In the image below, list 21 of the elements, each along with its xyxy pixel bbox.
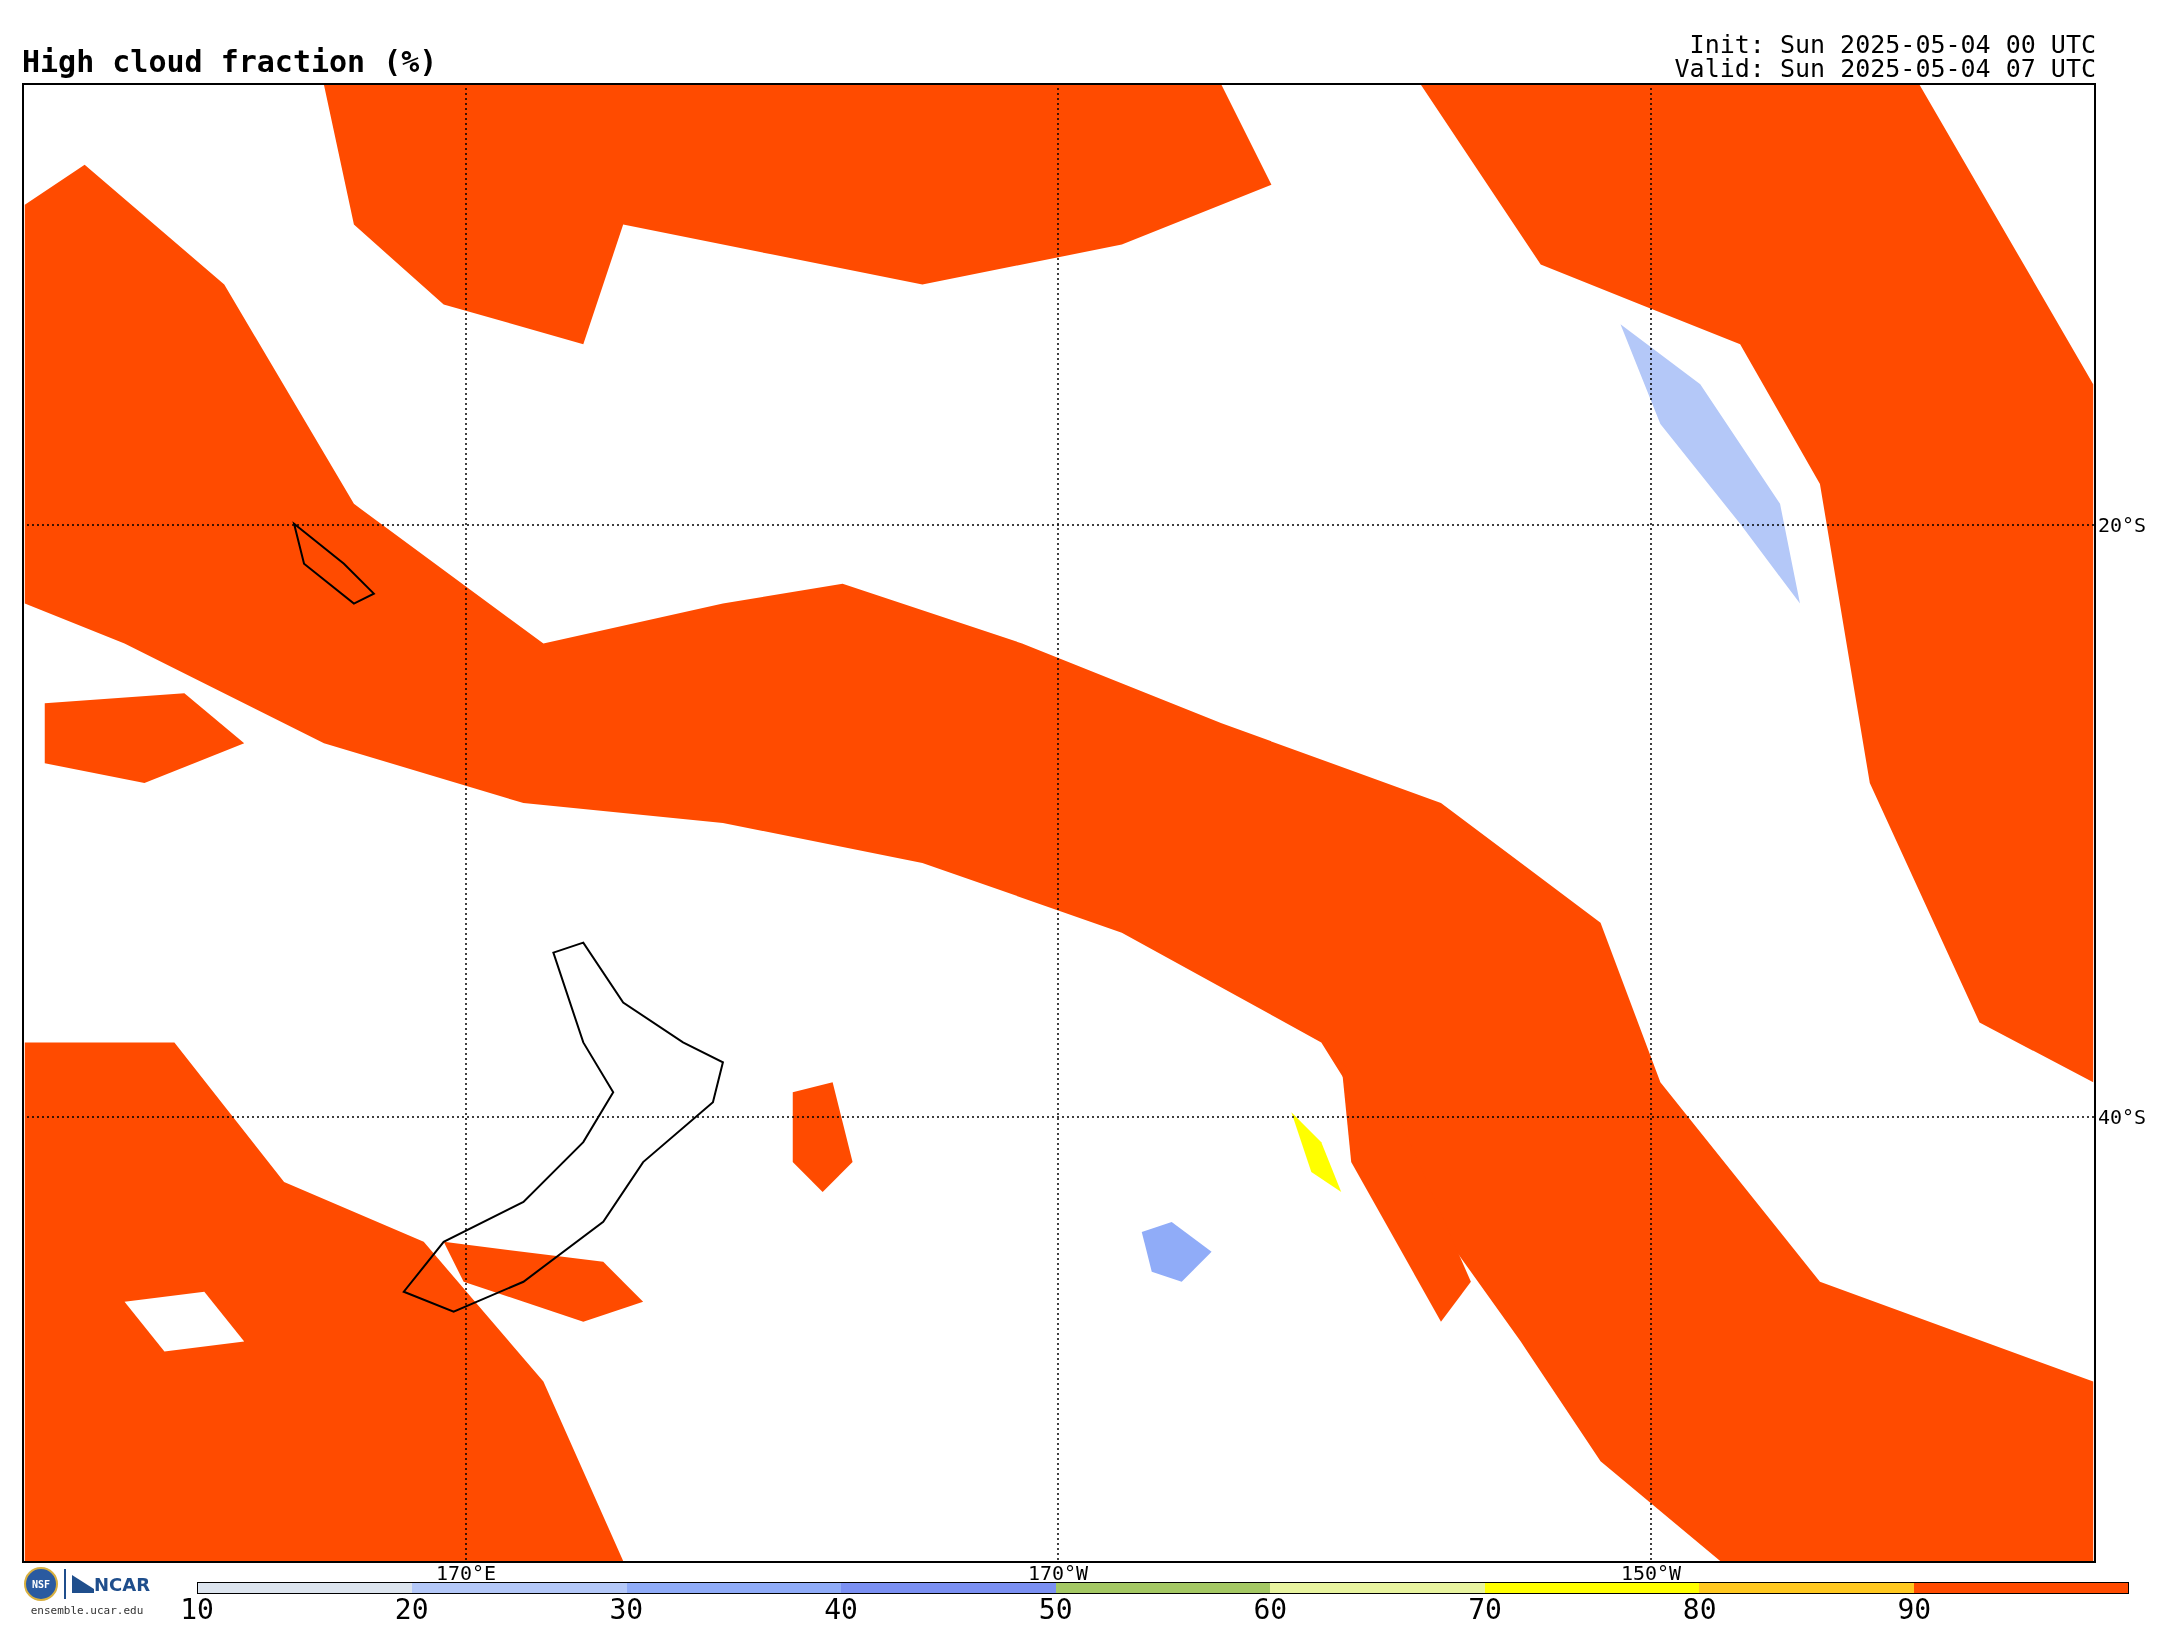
longitude-label: 170°W bbox=[1027, 1563, 1089, 1583]
colorbar-label: 50 bbox=[1038, 1595, 1073, 1625]
chart-title: High cloud fraction (%) bbox=[22, 47, 438, 81]
colorbar-label: 10 bbox=[180, 1595, 214, 1625]
colorbar-label: 60 bbox=[1253, 1595, 1288, 1625]
website-url: ensemble.ucar.edu bbox=[30, 1603, 144, 1619]
valid-time: Valid: Sun 2025-05-04 07 UTC bbox=[1674, 57, 2096, 81]
colorbar-label: 30 bbox=[609, 1595, 644, 1625]
ncar-logo-text: NCAR bbox=[94, 1572, 151, 1597]
ncar-wave-icon bbox=[72, 1575, 94, 1593]
colorbar-label: 20 bbox=[394, 1595, 429, 1625]
colorbar-label: 90 bbox=[1897, 1595, 1932, 1625]
latitude-label: 40°S bbox=[2098, 1107, 2147, 1127]
longitude-label: 170°E bbox=[435, 1563, 497, 1583]
colorbar-label: 70 bbox=[1468, 1595, 1502, 1625]
colorbar-label: 40 bbox=[824, 1595, 858, 1625]
longitude-label: 150°W bbox=[1620, 1563, 1682, 1583]
init-time: Init: Sun 2025-05-04 00 UTC bbox=[1689, 33, 2096, 57]
colorbar-label: 80 bbox=[1682, 1595, 1717, 1625]
latitude-label: 20°S bbox=[2098, 515, 2147, 535]
nsf-logo: NSF bbox=[24, 1567, 58, 1601]
